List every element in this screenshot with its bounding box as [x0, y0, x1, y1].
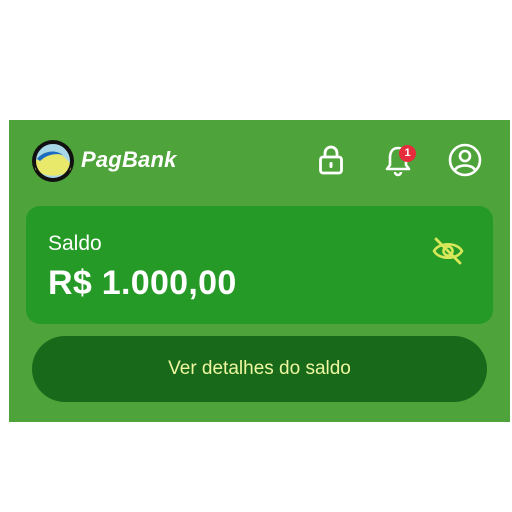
balance-details-label: Ver detalhes do saldo: [168, 358, 351, 379]
eye-off-icon[interactable]: [431, 236, 465, 266]
user-profile-icon: [448, 143, 482, 182]
balance-label: Saldo: [48, 232, 102, 255]
pagbank-logo-icon: [31, 139, 75, 183]
lock-icon: [317, 144, 345, 181]
balance-value: R$ 1.000,00: [48, 264, 237, 302]
card-header: PagBank 1: [9, 120, 510, 204]
balance-card: PagBank 1 Saldo R$ 1.000,00 Ver detalhes…: [9, 120, 510, 422]
balance-details-button[interactable]: Ver detalhes do saldo: [32, 336, 487, 402]
lock-button[interactable]: [314, 144, 348, 180]
brand-name: PagBank: [81, 147, 177, 172]
notification-badge: 1: [399, 145, 416, 162]
notifications-button[interactable]: 1: [381, 144, 416, 180]
balance-panel: Saldo R$ 1.000,00: [26, 206, 493, 324]
profile-button[interactable]: [448, 143, 482, 182]
